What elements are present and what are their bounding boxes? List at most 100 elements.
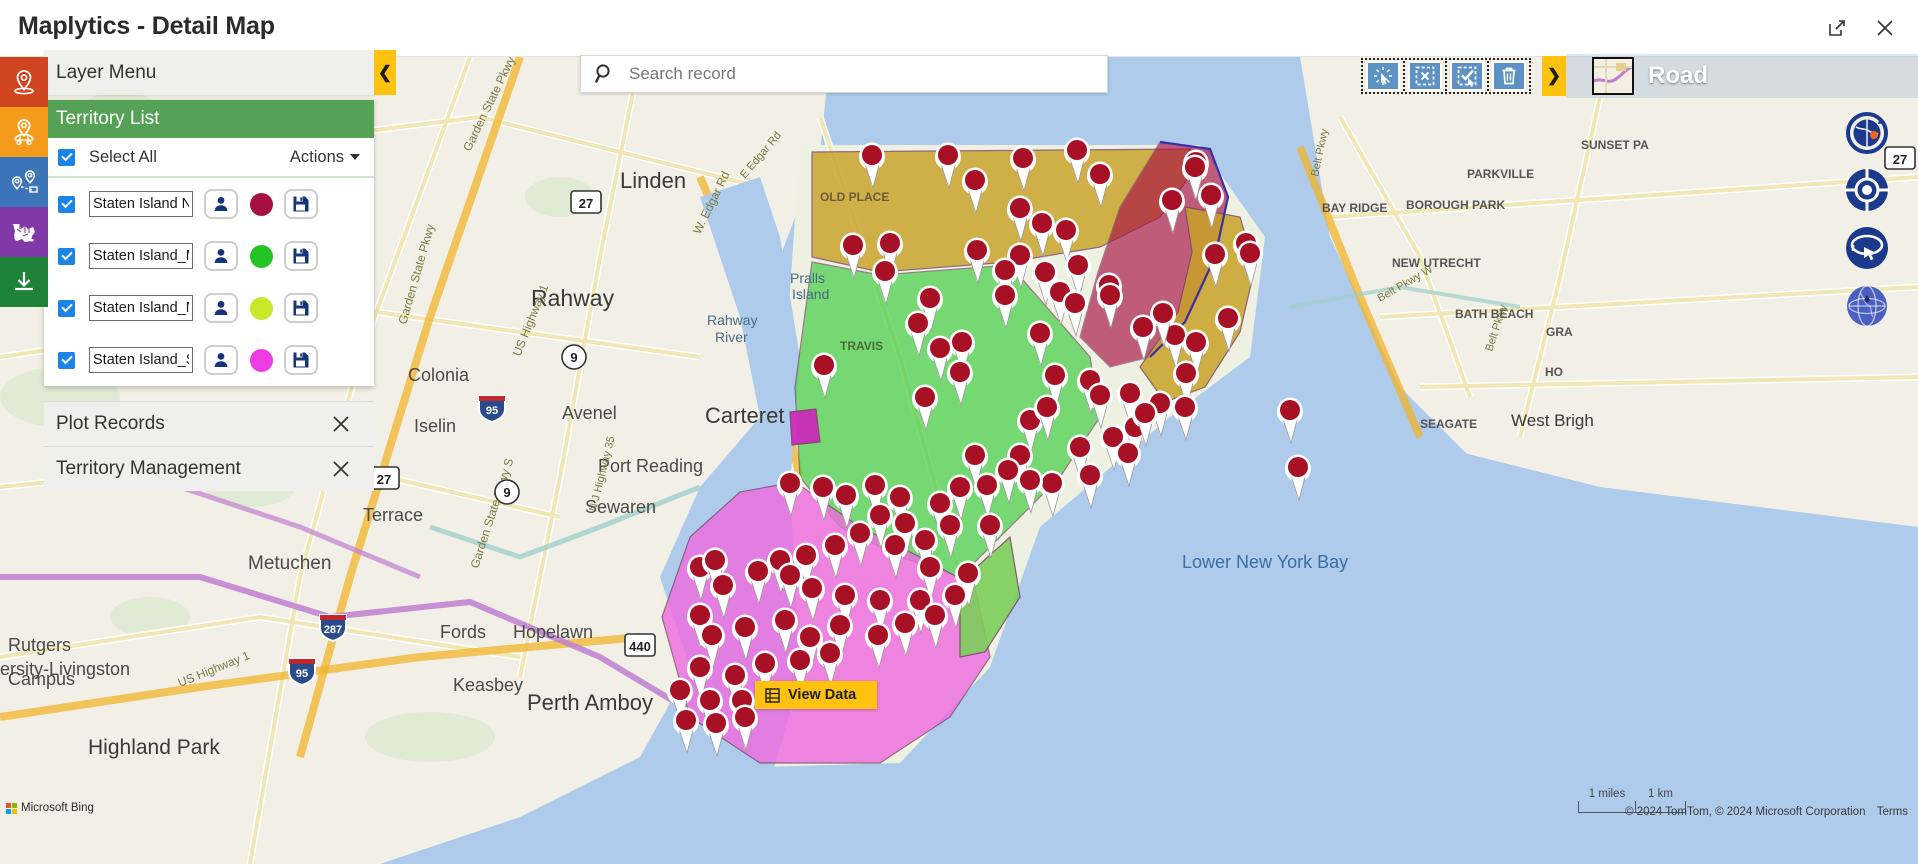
territory-row-checkbox[interactable]	[58, 351, 75, 369]
pin-person-icon	[14, 119, 34, 146]
crosshair-icon[interactable]	[1840, 163, 1896, 219]
territory-row-checkbox[interactable]	[58, 299, 75, 317]
select-all-checkbox[interactable]	[58, 148, 75, 166]
rail-item-territory[interactable]	[0, 107, 48, 157]
pan-cursor-icon[interactable]	[1840, 221, 1896, 277]
left-icon-rail	[0, 57, 48, 307]
actions-label: Actions	[289, 147, 344, 166]
search-bar[interactable]	[580, 55, 1108, 93]
map-label: OLD PLACE	[820, 190, 889, 204]
user-icon	[214, 197, 228, 211]
plot-records-label: Plot Records	[56, 413, 165, 434]
us-map-icon	[13, 224, 35, 242]
save-icon	[293, 300, 309, 316]
map-label: Port Reading	[598, 456, 703, 476]
close-icon[interactable]	[330, 458, 352, 480]
map-label: Campus	[8, 669, 75, 689]
bing-logo: Microsoft Bing	[6, 802, 94, 814]
layer-menu-panel[interactable]: Layer Menu	[44, 50, 374, 95]
view-data-button[interactable]: View Data	[755, 681, 877, 709]
rail-item-export[interactable]	[0, 257, 48, 307]
actions-dropdown[interactable]: Actions	[290, 148, 360, 167]
svg-text:9: 9	[503, 485, 510, 500]
territory-row-checkbox[interactable]	[58, 247, 75, 265]
territory-color-swatch[interactable]	[250, 348, 273, 372]
globe-icon[interactable]	[1840, 279, 1896, 335]
layer-menu-label: Layer Menu	[56, 61, 157, 83]
save-territory-button[interactable]	[284, 293, 318, 323]
user-icon	[214, 353, 228, 367]
popout-icon[interactable]	[1818, 10, 1856, 46]
territory-list-title: Territory List	[44, 100, 374, 138]
map-label: GRA	[1546, 325, 1573, 339]
assign-user-button[interactable]	[204, 241, 238, 271]
territory-management-label: Territory Management	[56, 458, 241, 479]
assign-user-button[interactable]	[204, 345, 238, 375]
assign-user-button[interactable]	[204, 189, 238, 219]
search-icon	[591, 62, 619, 86]
svg-text:95: 95	[486, 405, 498, 417]
save-icon	[293, 352, 309, 368]
save-territory-button[interactable]	[284, 189, 318, 219]
grid-icon	[765, 687, 780, 703]
map-label: Perth Amboy	[527, 690, 653, 715]
map-label: Pralls	[790, 270, 825, 286]
map-label: NEW UTRECHT	[1392, 256, 1481, 270]
globe-refresh-icon[interactable]	[1840, 105, 1896, 161]
territory-name-input[interactable]	[89, 191, 193, 217]
plot-records-panel[interactable]: Plot Records	[44, 401, 374, 446]
scale-miles: 1 miles	[1588, 788, 1626, 800]
rail-item-plot-records[interactable]	[0, 57, 48, 107]
selection-toolbar	[1361, 58, 1531, 94]
cursor-select-icon[interactable]	[1366, 61, 1400, 91]
basemap-toggle-button[interactable]: Road	[1566, 54, 1918, 98]
territory-name-input[interactable]	[89, 347, 193, 373]
territory-color-swatch[interactable]	[250, 244, 273, 268]
save-icon	[293, 248, 309, 264]
territory-name-input[interactable]	[89, 243, 193, 269]
territory-color-swatch[interactable]	[250, 192, 273, 216]
map-label: Metuchen	[248, 553, 331, 574]
territory-list-card: Territory List Select All Actions	[44, 100, 374, 386]
chevron-left-icon[interactable]: ❮	[374, 50, 396, 95]
map-thumbnail-icon	[1592, 57, 1634, 95]
save-territory-button[interactable]	[284, 345, 318, 375]
close-icon[interactable]	[330, 413, 352, 435]
assign-user-button[interactable]	[204, 293, 238, 323]
rail-item-route[interactable]	[0, 157, 48, 207]
chevron-right-icon[interactable]: ❯	[1542, 56, 1566, 96]
svg-text:27: 27	[579, 196, 593, 211]
route-shield: 287	[319, 614, 347, 643]
rail-item-region[interactable]	[0, 207, 48, 257]
map-label: SEAGATE	[1420, 417, 1477, 431]
search-input[interactable]	[627, 57, 1107, 91]
map-label: BOROUGH PARK	[1406, 198, 1505, 212]
box-check-icon[interactable]	[1450, 61, 1484, 91]
map-label: Avenel	[562, 403, 617, 423]
map-label: Lower New York Bay	[1182, 552, 1348, 572]
box-x-icon[interactable]	[1408, 61, 1442, 91]
map-pin-icon	[14, 70, 34, 95]
chevron-down-icon	[350, 154, 360, 160]
attribution-text: © 2024 TomTom, © 2024 Microsoft Corporat…	[1625, 806, 1866, 818]
map-label: Colonia	[408, 365, 470, 385]
territory-rows	[44, 178, 374, 386]
territory-management-panel[interactable]: Territory Management	[44, 446, 374, 491]
map-label: Linden	[620, 168, 686, 193]
svg-text:9: 9	[570, 350, 577, 365]
map-label: Rahway	[707, 312, 758, 328]
select-all-label: Select All	[89, 147, 157, 166]
microsoft-squares-icon	[6, 802, 17, 814]
route-shield: 95	[288, 658, 316, 687]
map-label: Fords	[440, 622, 486, 642]
save-territory-button[interactable]	[284, 241, 318, 271]
route-shield: 95	[478, 395, 506, 424]
territory-row	[44, 334, 374, 386]
territory-row-checkbox[interactable]	[58, 195, 75, 213]
territory-name-input[interactable]	[89, 295, 193, 321]
route-shield: 9	[561, 344, 587, 370]
close-icon[interactable]	[1866, 10, 1904, 46]
trash-icon[interactable]	[1492, 61, 1526, 91]
terms-link[interactable]: Terms	[1877, 806, 1908, 818]
territory-color-swatch[interactable]	[250, 296, 273, 320]
